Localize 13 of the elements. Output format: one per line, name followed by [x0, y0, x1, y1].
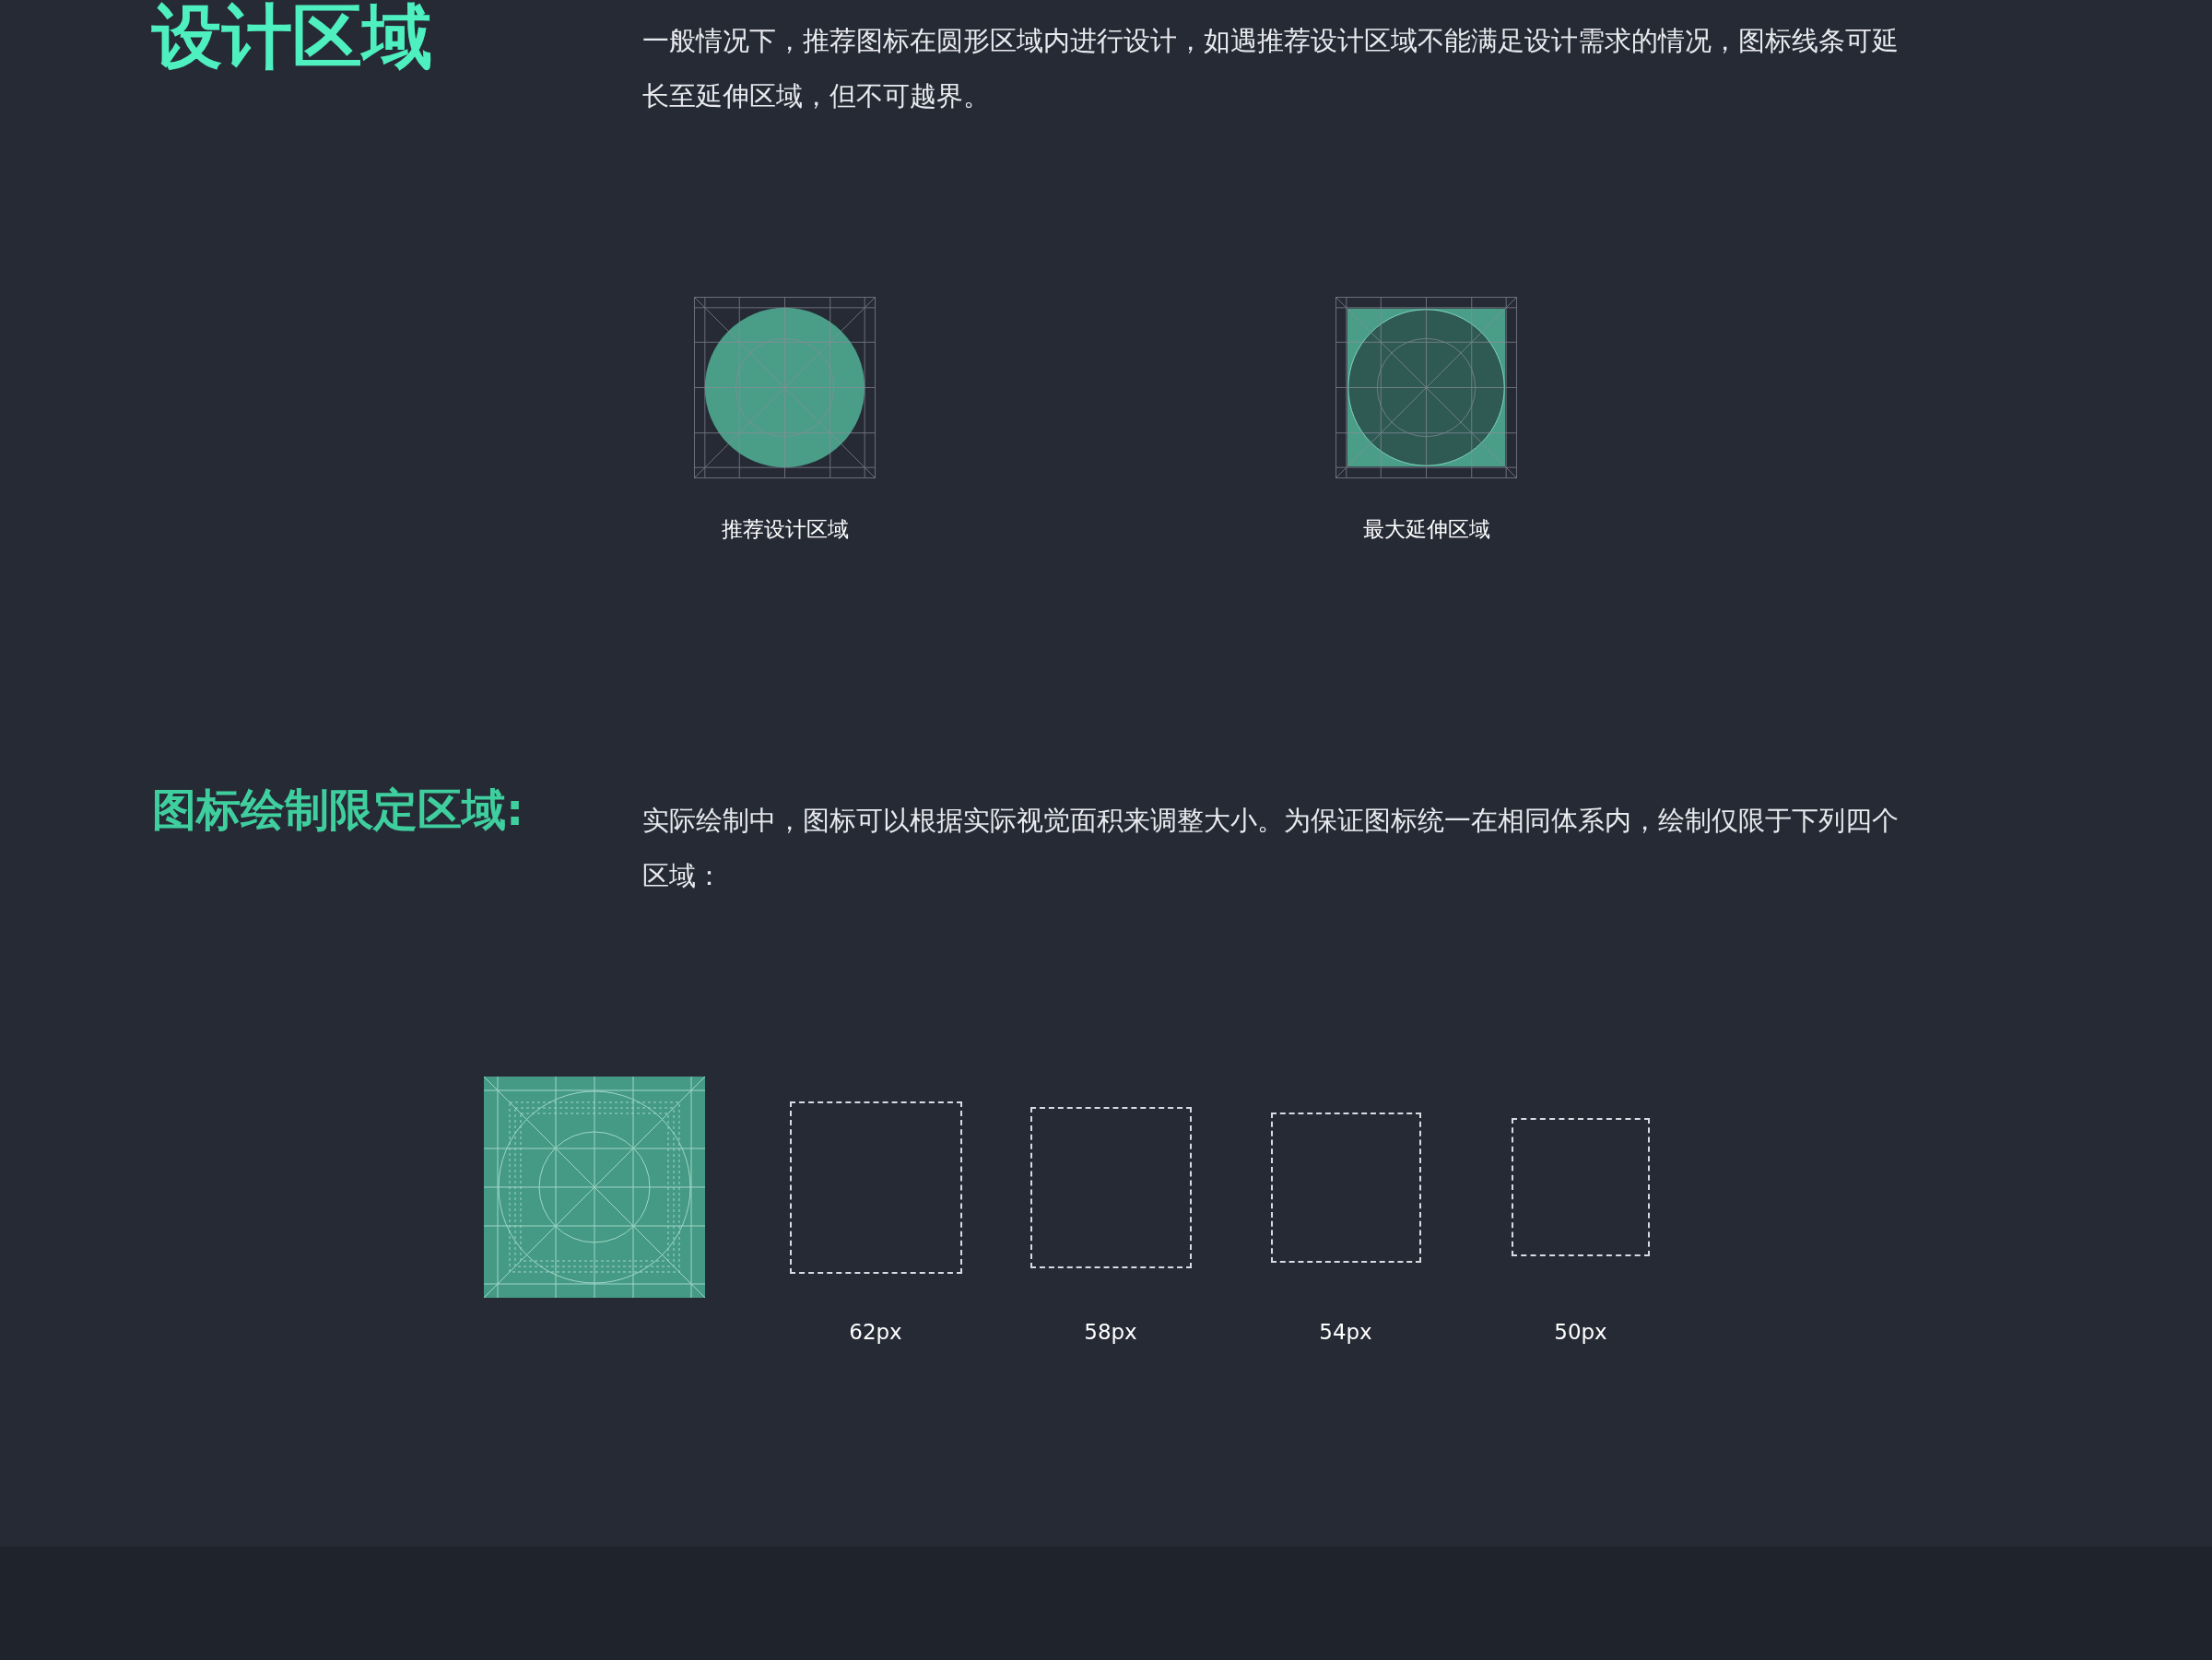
size-label: 50px: [1554, 1320, 1607, 1344]
circle-grid-icon: [694, 297, 876, 478]
size-label: 62px: [849, 1320, 902, 1344]
section-title: 设计区域: [152, 0, 433, 79]
description-paragraph: 实际绘制中，图标可以根据实际视觉面积来调整大小。为保证图标统一在相同体系内，绘制仅限于下列四个区域：: [642, 804, 1900, 893]
description-paragraph: 一般情况下，推荐图标在圆形区域内进行设计，如遇推荐设计区域不能满足设计需求的情况，图标线条可延长至延伸区域，但不可越界。: [642, 24, 1900, 113]
example-caption: 最大延伸区域: [1362, 516, 1490, 543]
section-title: 图标绘制限定区域:: [152, 783, 525, 837]
square-grid-icon: [1335, 297, 1517, 478]
size-label: 58px: [1084, 1320, 1137, 1344]
size-label: 54px: [1319, 1320, 1372, 1344]
keyline-grid-icon: [484, 1077, 705, 1298]
example-caption: 推荐设计区域: [721, 516, 849, 543]
